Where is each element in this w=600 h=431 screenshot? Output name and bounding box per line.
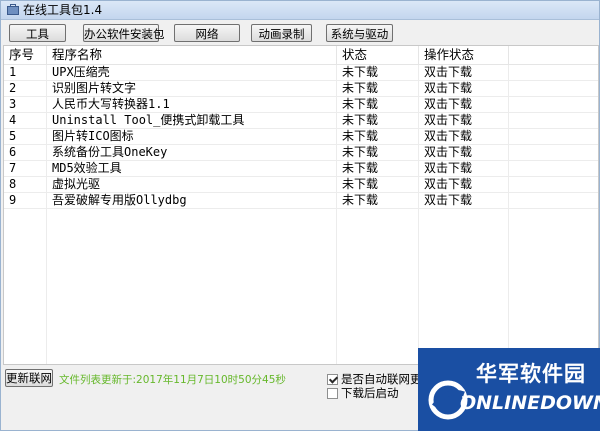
column-header-index[interactable]: 序号 (4, 46, 47, 64)
list-item[interactable]: 7 MD5效验工具 未下载 双击下载 (4, 161, 598, 177)
list-item[interactable]: 3 人民币大写转换器1.1 未下载 双击下载 (4, 97, 598, 113)
cell-action-status: 双击下载 (424, 129, 473, 143)
cell-name: UPX压缩壳 (52, 65, 110, 79)
cell-name: MD5效验工具 (52, 161, 122, 175)
watermark-english-text: ONLINEDOWN.NET (460, 392, 600, 414)
cell-action-status: 双击下载 (424, 193, 473, 207)
list-item[interactable]: 8 虚拟光驱 未下载 双击下载 (4, 177, 598, 193)
list-item[interactable]: 2 识别图片转文字 未下载 双击下载 (4, 81, 598, 97)
column-header-name[interactable]: 程序名称 (47, 46, 337, 64)
cell-index: 8 (9, 177, 17, 191)
list-item[interactable]: 5 图片转ICO图标 未下载 双击下载 (4, 129, 598, 145)
cell-name: Uninstall Tool_便携式卸载工具 (52, 113, 245, 127)
cell-name: 图片转ICO图标 (52, 129, 134, 143)
cell-index: 2 (9, 81, 17, 95)
update-network-button[interactable]: 更新联网 (5, 369, 53, 387)
cell-status: 未下载 (342, 97, 379, 111)
cell-action-status: 双击下载 (424, 113, 473, 127)
cell-index: 9 (9, 193, 17, 207)
watermark-chinese-text: 华军软件园 (476, 362, 586, 386)
cell-name: 吾爱破解专用版Ollydbg (52, 193, 187, 207)
cell-name: 系统备份工具OneKey (52, 145, 168, 159)
toolbar: 工具 办公软件安装包 网络 动画录制 系统与驱动 (1, 20, 599, 44)
program-list[interactable]: 序号 程序名称 状态 操作状态 1 UPX压缩壳 未下载 双击下载 2 识别图片转文字 未下… (3, 45, 599, 365)
cell-name: 虚拟光驱 (52, 177, 101, 191)
cell-index: 3 (9, 97, 17, 111)
cell-status: 未下载 (342, 193, 379, 207)
update-status-text: 文件列表更新于:2017年11月7日10时50分45秒 (59, 374, 286, 386)
launch-after-download-option[interactable]: 下载后启动 (327, 385, 399, 400)
cell-status: 未下载 (342, 145, 379, 159)
cell-status: 未下载 (342, 81, 379, 95)
cell-index: 7 (9, 161, 17, 175)
launch-after-download-label: 下载后启动 (341, 386, 399, 400)
cell-index: 4 (9, 113, 17, 127)
launch-after-download-checkbox[interactable] (327, 388, 338, 399)
system-drivers-button[interactable]: 系统与驱动 (326, 24, 393, 42)
list-item[interactable]: 1 UPX压缩壳 未下载 双击下载 (4, 65, 598, 81)
network-button[interactable]: 网络 (174, 24, 240, 42)
cell-action-status: 双击下载 (424, 177, 473, 191)
list-item[interactable]: 4 Uninstall Tool_便携式卸载工具 未下载 双击下载 (4, 113, 598, 129)
app-icon (7, 4, 19, 15)
list-item[interactable]: 9 吾爱破解专用版Ollydbg 未下载 双击下载 (4, 193, 598, 209)
office-software-button[interactable]: 办公软件安装包 (83, 24, 165, 42)
list-header: 序号 程序名称 状态 操作状态 (4, 46, 598, 65)
cell-action-status: 双击下载 (424, 81, 473, 95)
cell-action-status: 双击下载 (424, 161, 473, 175)
column-header-action-status[interactable]: 操作状态 (419, 46, 509, 64)
title-bar[interactable]: 在线工具包1.4 (1, 1, 599, 20)
cell-index: 6 (9, 145, 17, 159)
window-title: 在线工具包1.4 (23, 3, 103, 17)
auto-update-checkbox[interactable] (327, 374, 338, 385)
cell-status: 未下载 (342, 65, 379, 79)
cell-status: 未下载 (342, 161, 379, 175)
cell-name: 人民币大写转换器1.1 (52, 97, 170, 111)
cell-index: 1 (9, 65, 17, 79)
cell-action-status: 双击下载 (424, 65, 473, 79)
cell-index: 5 (9, 129, 17, 143)
cell-action-status: 双击下载 (424, 97, 473, 111)
column-header-status[interactable]: 状态 (337, 46, 419, 64)
cell-status: 未下载 (342, 177, 379, 191)
animation-recording-button[interactable]: 动画录制 (251, 24, 312, 42)
cell-status: 未下载 (342, 113, 379, 127)
watermark-logo: 华军软件园 ONLINEDOWN.NET (418, 348, 600, 431)
cell-status: 未下载 (342, 129, 379, 143)
tools-button[interactable]: 工具 (9, 24, 66, 42)
cell-name: 识别图片转文字 (52, 81, 137, 95)
cell-action-status: 双击下载 (424, 145, 473, 159)
list-item[interactable]: 6 系统备份工具OneKey 未下载 双击下载 (4, 145, 598, 161)
